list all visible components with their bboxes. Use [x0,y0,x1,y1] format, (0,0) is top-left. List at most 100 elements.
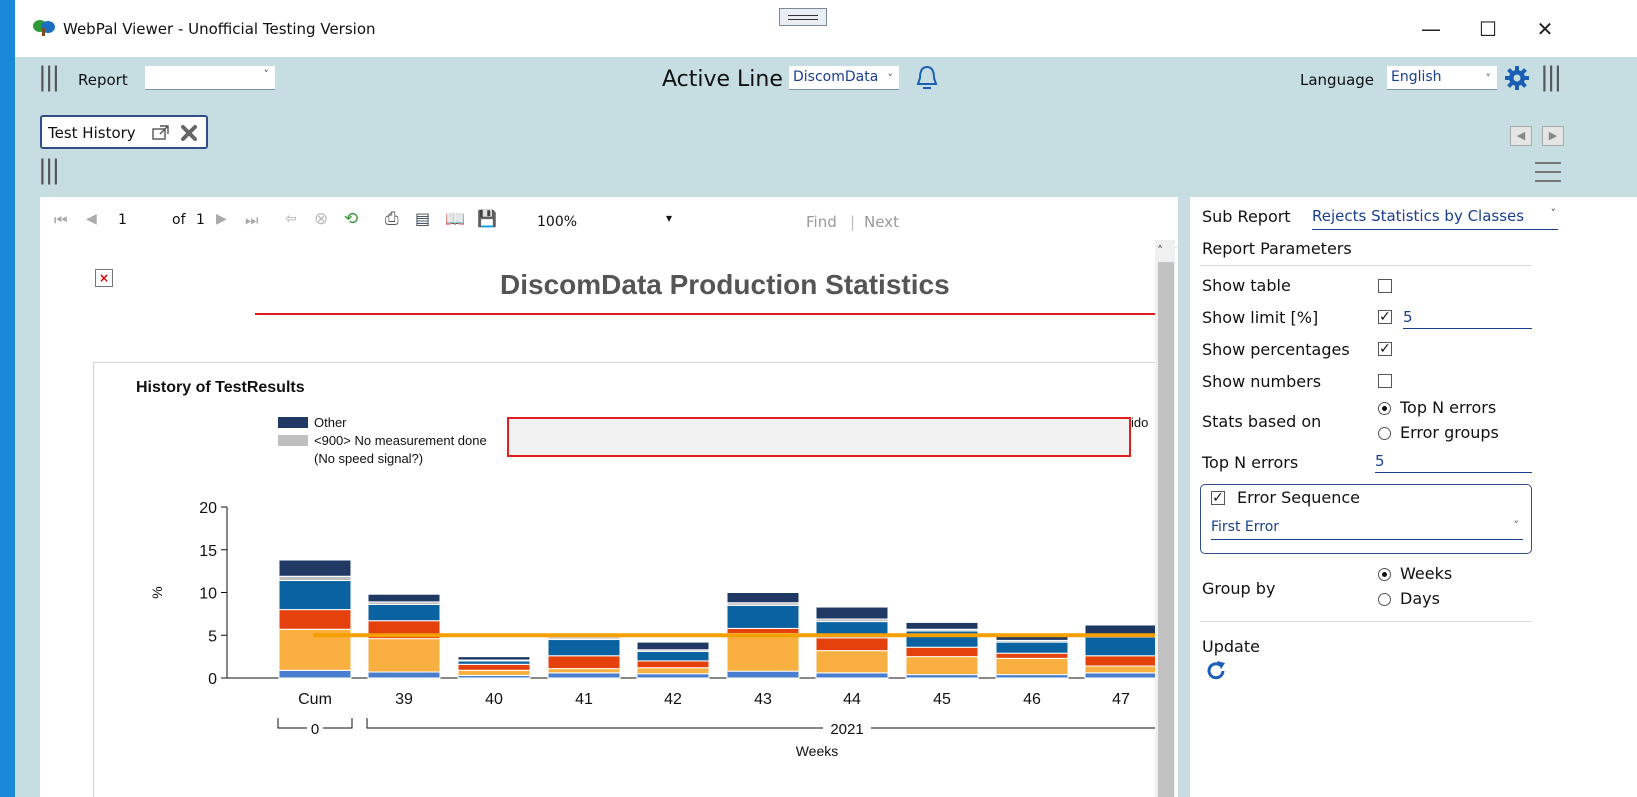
show-limit-input[interactable]: 5 [1403,308,1532,329]
next-page-icon[interactable]: ▶ [216,211,227,227]
top-n-errors-radio[interactable] [1378,402,1391,415]
show-table-checkbox[interactable] [1378,279,1392,293]
app-logo-icon [33,20,55,36]
popout-icon[interactable] [152,125,170,141]
maximize-button[interactable]: ☐ [1468,14,1508,44]
back-icon[interactable]: ⇦ [285,211,297,227]
close-tab-icon[interactable] [180,124,198,142]
show-numbers-label: Show numbers [1202,372,1322,391]
x-tick-label: 40 [485,691,503,708]
bar-segment [1084,672,1155,679]
show-numbers-checkbox[interactable] [1378,374,1392,388]
parameters-panel: Sub Report Rejects Statistics by Classes… [1190,197,1637,797]
chevron-down-icon: ˅ [1513,519,1520,532]
language-label: Language [1300,71,1375,89]
days-radio[interactable] [1378,593,1391,606]
report-select[interactable]: ˅ [145,66,275,90]
show-percentages-label: Show percentages [1202,340,1350,359]
export-icon[interactable]: 💾 [477,209,497,228]
show-percentages-checkbox[interactable]: ✓ [1378,342,1392,356]
y-tick-label: 0 [208,671,217,688]
bar-segment [995,641,1069,654]
page-total: 1 [196,212,205,228]
stop-icon[interactable]: ⊗ [314,209,328,229]
bar-segment [815,672,889,679]
bar-segment [457,669,531,676]
bar-segment [815,637,889,652]
title-bar: WebPal Viewer - Unofficial Testing Versi… [15,0,1637,57]
sub-report-select[interactable]: Rejects Statistics by Classes ˅ [1312,207,1558,230]
report-label: Report [78,71,128,89]
page-layout-icon[interactable]: ▤ [415,209,430,228]
scroll-left-icon[interactable]: ◀ [1510,126,1532,146]
page-of-label: of [172,212,186,228]
error-sequence-select[interactable]: First Error ˅ [1211,519,1523,540]
error-groups-radio[interactable] [1378,427,1391,440]
y-axis-label: % [149,586,165,598]
page-setup-icon[interactable]: 📖 [445,209,465,228]
bar-segment [726,627,800,635]
hamburger-menu-icon[interactable] [1535,160,1561,184]
weeks-radio[interactable] [1378,568,1391,581]
bar-segment [457,660,531,665]
active-line-label: Active Line [662,67,783,92]
page-input[interactable]: 1 [118,212,127,228]
top-n-errors-option[interactable]: Top N errors [1400,398,1496,417]
weeks-option[interactable]: Weeks [1400,564,1452,583]
bar-segment [1084,655,1155,667]
legend-label: Other [314,415,347,430]
next-button[interactable]: Next [864,213,899,231]
error-sequence-label: Error Sequence [1237,488,1361,507]
first-page-icon[interactable]: ⏮ [54,211,68,229]
menu-handle-icon[interactable]: ||| [38,62,60,92]
scroll-right-icon[interactable]: ▶ [1542,126,1564,146]
bar-segment [636,650,710,662]
chevron-down-icon[interactable]: ▾ [666,211,672,225]
bar-segment [278,609,352,630]
tab-test-history[interactable]: Test History [40,115,208,149]
group-bracket [323,718,353,729]
bar-segment [636,667,710,675]
x-tick-label: Cum [298,691,332,708]
refresh-icon[interactable]: ⟲ [344,209,358,229]
bar-segment [367,593,441,603]
report-page: × DiscomData Production Statistics Histo… [40,247,1155,797]
chevron-down-icon: ˅ [1550,207,1557,220]
bar-segment [726,604,800,629]
top-n-input[interactable]: 5 [1375,452,1532,473]
chart-title: History of TestResults [136,379,305,396]
gear-icon[interactable] [1503,64,1531,92]
minimize-button[interactable]: — [1411,14,1451,44]
last-page-icon[interactable]: ⏭ [245,211,259,229]
sidebar-handle-icon[interactable]: ||| [38,155,60,185]
bar-segment [905,646,979,658]
bar-segment [1084,636,1155,657]
print-icon[interactable]: ⎙ [385,209,399,229]
error-sequence-group: ✓ Error Sequence First Error ˅ [1200,484,1532,554]
prev-page-icon[interactable]: ◀ [86,211,97,227]
days-option[interactable]: Days [1400,589,1440,608]
zoom-select[interactable]: 100% [537,214,577,230]
bar-segment [367,671,441,679]
group-bracket [277,718,307,729]
bar-segment [905,674,979,679]
y-tick-label: 10 [199,586,217,603]
bell-icon[interactable] [914,64,940,92]
show-limit-checkbox[interactable]: ✓ [1378,310,1392,324]
refresh-icon[interactable] [1204,659,1228,683]
error-sequence-checkbox[interactable]: ✓ [1211,491,1225,505]
close-button[interactable]: ✕ [1525,14,1565,44]
group-bracket [366,718,823,729]
sub-report-value: Rejects Statistics by Classes [1312,207,1525,225]
find-button[interactable]: Find [806,213,837,231]
scroll-up-icon[interactable]: ˄ [1157,244,1163,258]
scrollbar-thumb[interactable] [1158,262,1174,797]
bar-segment [278,559,352,577]
panel-handle-icon[interactable]: ||| [1540,62,1562,92]
legend-swatch [278,435,308,446]
error-groups-option[interactable]: Error groups [1400,423,1499,442]
active-line-select[interactable]: DiscomData ˅ [789,66,899,90]
language-select[interactable]: English ˅ [1387,66,1497,90]
y-tick-label: 20 [199,500,217,517]
drag-handle-icon[interactable] [779,8,827,26]
